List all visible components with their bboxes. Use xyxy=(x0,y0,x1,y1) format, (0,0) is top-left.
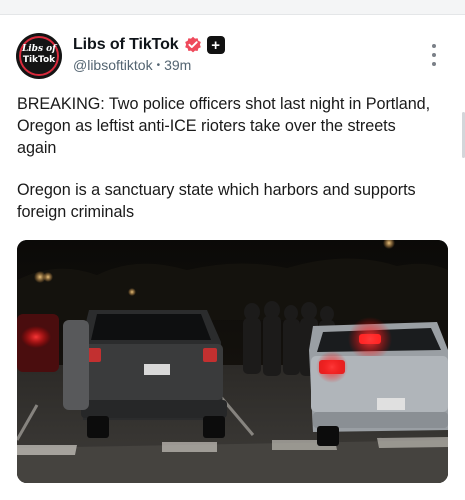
author-name-row: Libs of TikTok + xyxy=(73,35,225,55)
post-media-image[interactable] xyxy=(17,240,448,483)
post-card: Libs of TikTok Libs of TikTok + @libsoft… xyxy=(0,15,465,500)
avatar-logo: Libs of TikTok xyxy=(16,44,62,66)
post-timestamp[interactable]: 39m xyxy=(164,57,191,73)
post-text-paragraph-2: Oregon is a sanctuary state which harbor… xyxy=(17,181,416,221)
top-strip xyxy=(0,0,465,15)
plus-icon[interactable]: + xyxy=(206,36,225,54)
more-options-icon[interactable] xyxy=(426,44,442,66)
night-street-photo xyxy=(17,240,448,483)
avatar[interactable]: Libs of TikTok xyxy=(16,33,62,79)
more-dot xyxy=(432,44,436,48)
verified-badge-icon xyxy=(184,36,202,54)
author-handle[interactable]: @libsoftiktok xyxy=(73,57,153,73)
author-meta-row: @libsoftiktok • 39m xyxy=(73,57,191,73)
author-display-name[interactable]: Libs of TikTok xyxy=(73,36,179,54)
more-dot xyxy=(432,53,436,57)
post-text-paragraph-1: BREAKING: Two police officers shot last … xyxy=(17,95,431,157)
more-dot xyxy=(432,62,436,66)
meta-separator: • xyxy=(156,59,161,71)
avatar-text-line2: TikTok xyxy=(22,55,56,65)
avatar-text-line1: Libs of xyxy=(21,44,57,54)
